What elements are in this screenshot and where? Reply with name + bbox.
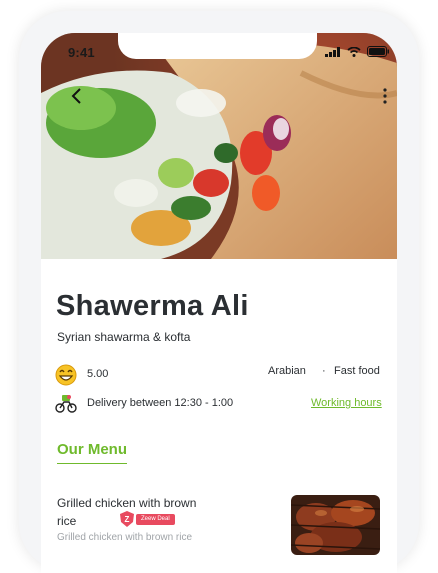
restaurant-name: Shawerma Ali <box>56 290 249 322</box>
app-screen: 9:41 Shawerma Ali Syrian shawarma & koft… <box>41 33 397 573</box>
status-time: 9:41 <box>68 45 95 60</box>
menu-item-description: Grilled chicken with brown rice <box>57 532 193 543</box>
menu-item[interactable]: Grilled chicken with brown rice Z Zeew D… <box>41 485 397 573</box>
svg-text:Z: Z <box>125 515 130 524</box>
status-icons <box>325 46 389 57</box>
smile-emoji-icon <box>55 364 77 386</box>
deal-badge: Zeew Deal <box>136 514 175 525</box>
device-notch <box>118 33 317 59</box>
tag-separator: · <box>322 365 326 377</box>
battery-icon <box>367 46 389 57</box>
hero-image <box>41 33 397 259</box>
cuisine-tag: Arabian <box>268 365 306 377</box>
wifi-icon <box>347 46 361 57</box>
signal-icon <box>325 46 340 57</box>
back-arrow-icon[interactable] <box>67 86 87 106</box>
restaurant-subtitle: Syrian shawarma & kofta <box>57 330 191 344</box>
delivery-bike-icon <box>55 395 77 413</box>
more-vertical-icon[interactable] <box>381 86 389 106</box>
cuisine-tag: Fast food <box>334 365 380 377</box>
delivery-time: Delivery between 12:30 - 1:00 <box>87 397 234 409</box>
rating-value: 5.00 <box>87 368 109 380</box>
working-hours-link[interactable]: Working hours <box>311 397 382 409</box>
menu-section-title: Our Menu <box>57 441 127 464</box>
menu-item-image <box>291 495 380 555</box>
deal-shield-icon: Z <box>120 511 134 527</box>
